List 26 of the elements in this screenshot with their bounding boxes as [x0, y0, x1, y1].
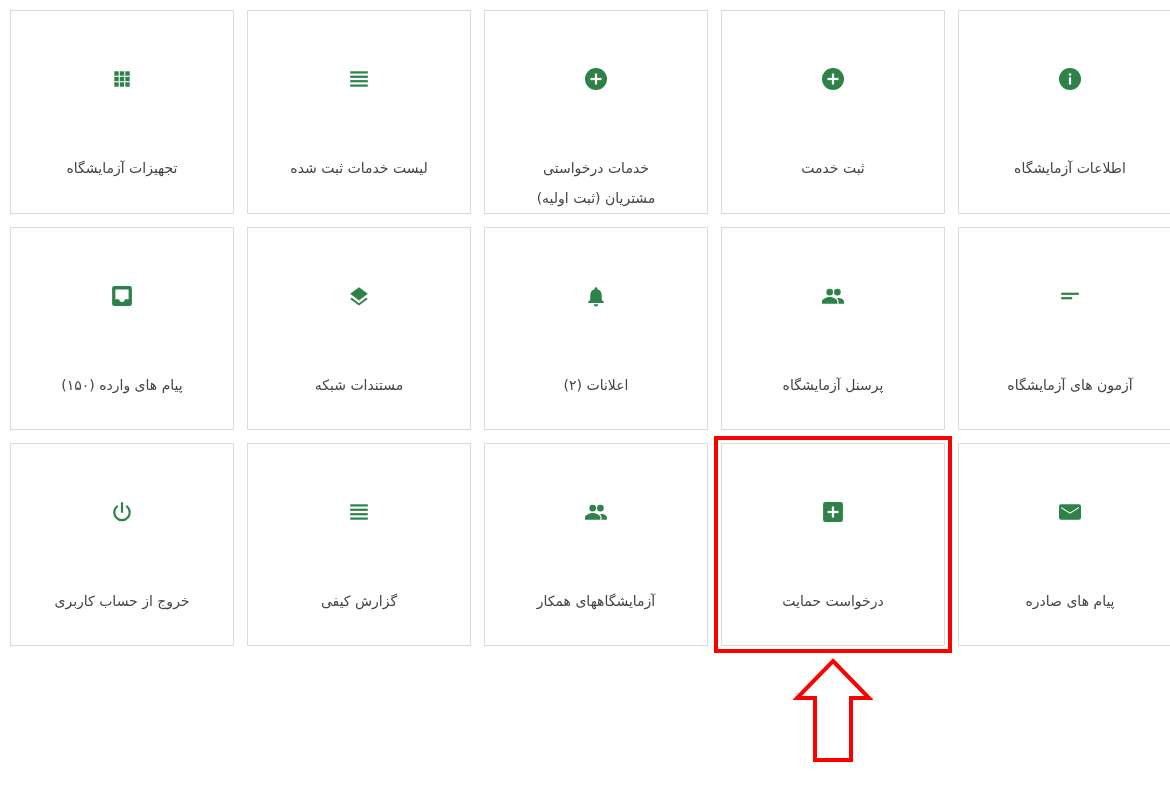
menu-tile[interactable]: اطلاعات آزمایشگاه [958, 10, 1170, 214]
grid-icon [111, 68, 133, 90]
menu-tile[interactable]: گزارش کیفی [247, 443, 471, 646]
menu-tile[interactable]: ثبت خدمت [721, 10, 945, 214]
add-icon [822, 68, 844, 90]
menu-tile[interactable]: مستندات شبکه [247, 227, 471, 430]
info-icon [1059, 68, 1081, 90]
menu-tile[interactable]: خروج از حساب کاربری [10, 443, 234, 646]
list-icon [348, 68, 370, 90]
menu-tile[interactable]: پیام های صادره [958, 443, 1170, 646]
menu-tile[interactable]: خدمات درخواستی مشتریان (ثبت اولیه) [484, 10, 708, 214]
menu-tile[interactable]: پیام های وارده (۱۵۰) [10, 227, 234, 430]
envelope-icon [1059, 501, 1081, 523]
menu-tile[interactable]: لیست خدمات ثبت شده [247, 10, 471, 214]
menu-tile[interactable]: تجهیزات آزمایشگاه [10, 10, 234, 214]
menu-tile[interactable]: اعلانات (۲) [484, 227, 708, 430]
menu-tile[interactable]: آزمون های آزمایشگاه [958, 227, 1170, 430]
power-icon [111, 501, 133, 523]
add-box-icon [822, 501, 844, 523]
menu-tile[interactable]: آزمایشگاههای همکار [484, 443, 708, 646]
add-icon [585, 68, 607, 90]
list-icon [348, 501, 370, 523]
bell-icon [585, 285, 607, 307]
inbox-icon [111, 285, 133, 307]
menu-tile[interactable]: پرسنل آزمایشگاه [721, 227, 945, 430]
layers-icon [348, 285, 370, 307]
